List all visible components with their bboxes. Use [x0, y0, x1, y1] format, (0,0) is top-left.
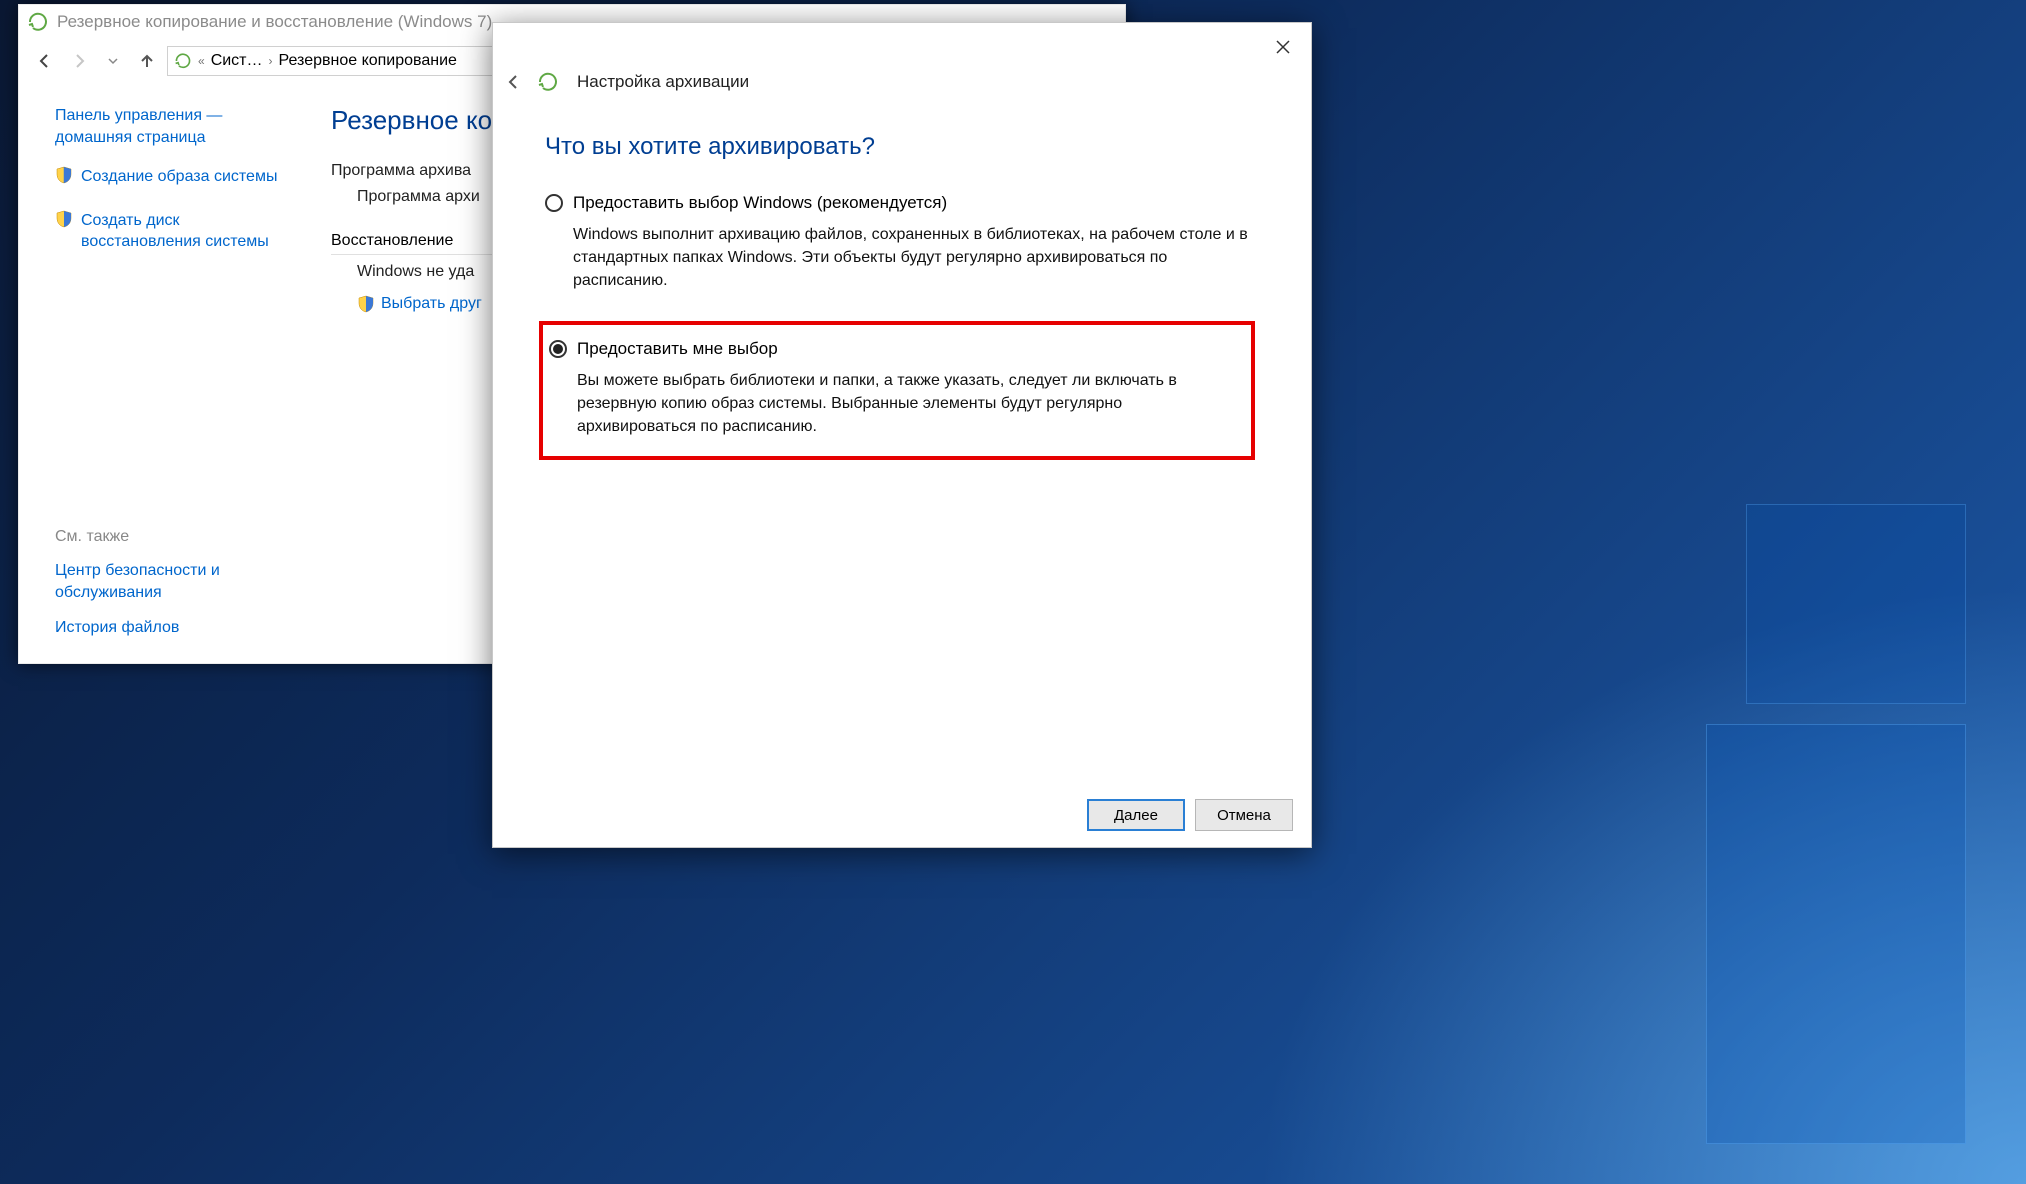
sidebar-home-link[interactable]: Панель управления — домашняя страница: [55, 105, 303, 148]
chevron-left-icon: «: [198, 54, 205, 68]
next-button[interactable]: Далее: [1087, 799, 1185, 831]
nav-up-icon[interactable]: [133, 47, 161, 75]
shield-icon: [357, 295, 375, 313]
chevron-right-icon: ›: [269, 54, 273, 68]
option-label: Предоставить выбор Windows (рекомендуетс…: [573, 193, 947, 213]
breadcrumb-item[interactable]: Сист…: [211, 52, 263, 70]
sidebar-create-image[interactable]: Создание образа системы: [81, 166, 277, 188]
highlighted-selection: Предоставить мне выбор Вы можете выбрать…: [539, 321, 1255, 461]
option-label: Предоставить мне выбор: [577, 339, 778, 359]
see-also-label: См. также: [55, 528, 315, 546]
close-button[interactable]: [1263, 27, 1303, 67]
shield-icon: [55, 166, 73, 184]
wizard-footer: Далее Отмена: [493, 783, 1311, 847]
sidebar-history-link[interactable]: История файлов: [55, 617, 315, 639]
sidebar-create-disc[interactable]: Создать диск восстановления системы: [81, 210, 303, 253]
sidebar-security-link[interactable]: Центр безопасности и обслуживания: [55, 560, 315, 603]
radio-unchecked-icon[interactable]: [545, 194, 563, 212]
wizard-question: Что вы хотите архивировать?: [545, 133, 1255, 161]
option-let-windows-choose[interactable]: Предоставить выбор Windows (рекомендуетс…: [545, 193, 1255, 293]
option-description: Windows выполнит архивацию файлов, сохра…: [573, 223, 1255, 293]
shield-icon: [55, 210, 73, 228]
backup-restore-icon: [537, 71, 559, 93]
sidebar: Панель управления — домашняя страница Со…: [19, 83, 319, 663]
breadcrumb-item[interactable]: Резервное копирование: [279, 52, 457, 70]
nav-forward-icon: [65, 47, 93, 75]
nav-back-icon[interactable]: [31, 47, 59, 75]
option-description: Вы можете выбрать библиотеки и папки, а …: [577, 369, 1235, 439]
cancel-button[interactable]: Отмена: [1195, 799, 1293, 831]
window-title: Резервное копирование и восстановление (…: [57, 12, 492, 32]
backup-restore-icon: [27, 11, 49, 33]
backup-restore-small-icon: [174, 52, 192, 70]
wizard-title: Настройка архивации: [577, 72, 749, 92]
backup-wizard-dialog: Настройка архивации Что вы хотите архиви…: [492, 22, 1312, 848]
choose-other-backup-link[interactable]: Выбрать друг: [357, 295, 482, 313]
option-let-me-choose[interactable]: Предоставить мне выбор Вы можете выбрать…: [549, 339, 1235, 439]
radio-checked-icon[interactable]: [549, 340, 567, 358]
wizard-header: Настройка архивации: [493, 65, 1311, 99]
wizard-back-icon[interactable]: [501, 69, 527, 95]
nav-recent-icon[interactable]: [99, 47, 127, 75]
